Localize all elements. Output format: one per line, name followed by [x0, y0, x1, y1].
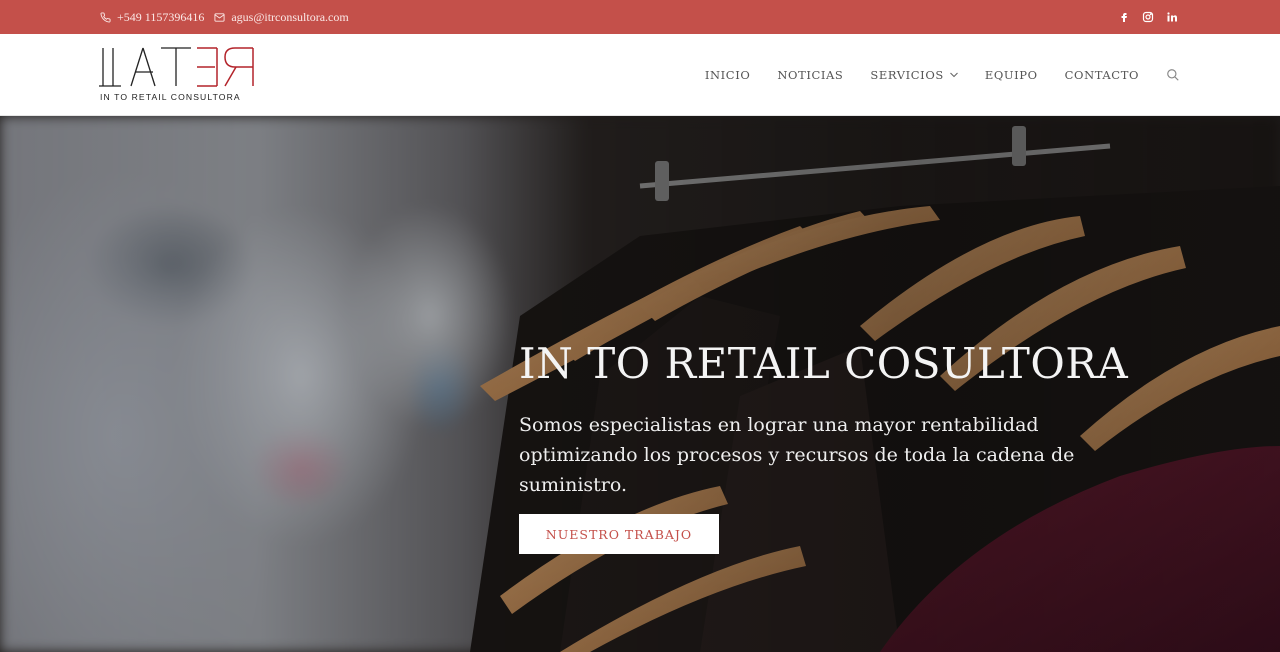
contact-info: +549 1157396416 agus@itrconsultora.com — [100, 0, 353, 34]
phone-contact[interactable]: +549 1157396416 — [100, 10, 204, 25]
hero-subtitle: Somos especialistas en lograr una mayor … — [519, 414, 1075, 496]
nav-inicio[interactable]: INICIO — [705, 68, 751, 82]
facebook-icon[interactable] — [1118, 11, 1130, 23]
hero-section: IN TO RETAIL COSULTORA Somos especialist… — [0, 116, 1280, 652]
hero-content: IN TO RETAIL COSULTORA Somos especialist… — [519, 339, 1219, 554]
nav-noticias[interactable]: NOTICIAS — [777, 68, 843, 82]
instagram-icon[interactable] — [1142, 11, 1154, 23]
main-nav: INICIO NOTICIAS SERVICIOS EQUIPO CONTACT… — [705, 34, 1180, 116]
linkedin-icon[interactable] — [1166, 11, 1178, 23]
top-contact-bar: +549 1157396416 agus@itrconsultora.com — [0, 0, 1280, 34]
nav-servicios[interactable]: SERVICIOS — [870, 68, 958, 82]
phone-number: +549 1157396416 — [117, 9, 205, 24]
logo-tagline: IN TO RETAIL CONSULTORA — [100, 92, 241, 102]
social-links — [1118, 0, 1178, 34]
nuestro-trabajo-button[interactable]: NUESTRO TRABAJO — [519, 514, 719, 554]
nav-equipo[interactable]: EQUIPO — [985, 68, 1038, 82]
itr-logo-mark — [99, 47, 254, 87]
phone-icon — [100, 11, 111, 22]
chevron-down-icon — [949, 72, 958, 78]
nav-contacto[interactable]: CONTACTO — [1065, 68, 1139, 82]
site-header: IN TO RETAIL CONSULTORA INICIO NOTICIAS … — [0, 34, 1280, 116]
envelope-icon — [214, 12, 225, 22]
email-contact[interactable]: agus@itrconsultora.com — [214, 9, 349, 25]
site-logo[interactable]: IN TO RETAIL CONSULTORA — [99, 46, 259, 106]
email-address: agus@itrconsultora.com — [231, 9, 349, 24]
nav-servicios-label: SERVICIOS — [870, 68, 944, 82]
hero-title: IN TO RETAIL COSULTORA — [519, 339, 1129, 388]
search-icon[interactable] — [1166, 68, 1180, 82]
